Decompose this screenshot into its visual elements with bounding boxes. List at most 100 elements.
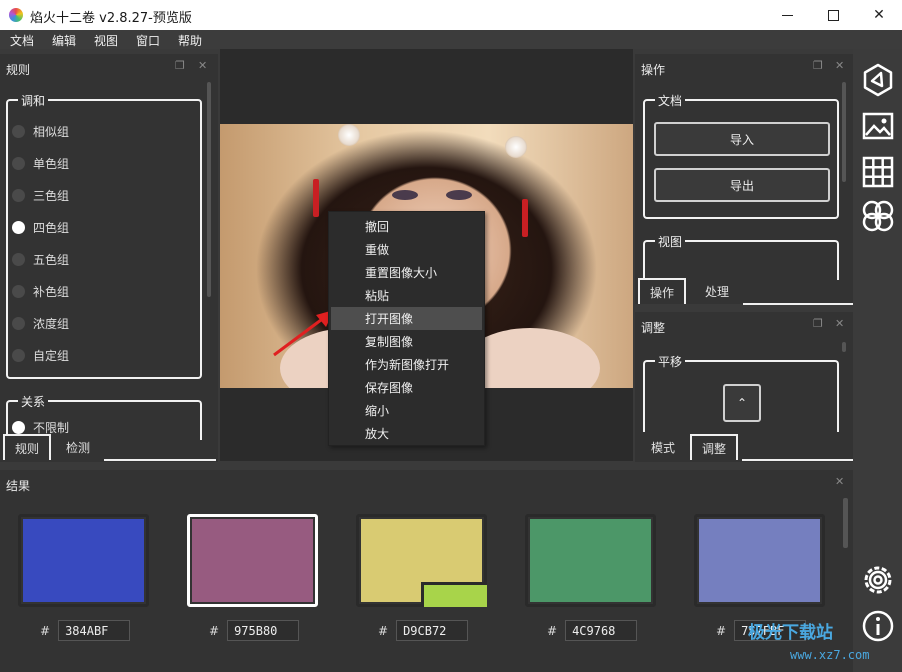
ctx-copy-image[interactable]: 复制图像 [331,330,482,353]
close-panel-icon[interactable]: ✕ [835,59,844,72]
export-button[interactable]: 导出 [654,168,830,202]
menu-edit[interactable]: 编辑 [52,32,76,49]
adjust-scrollbar[interactable] [842,342,846,352]
import-button[interactable]: 导入 [654,122,830,156]
ctx-open-image[interactable]: 打开图像 [331,307,482,330]
watermark-url: www.xz7.com [790,648,870,662]
view-group: 视图 [643,233,839,280]
close-panel-icon[interactable]: ✕ [198,59,207,72]
hex-input[interactable] [396,620,469,641]
minimize-button[interactable] [764,0,810,30]
adjust-panel: 调整 ❐ ✕ 平移 ⌃ 模式 调整 [635,312,853,462]
radio-dot-selected[interactable] [12,220,25,234]
document-group: 文档 导入 导出 [643,92,839,219]
float-icon[interactable]: ❐ [175,59,185,72]
menu-document[interactable]: 文档 [10,32,34,49]
rules-scrollbar[interactable] [207,82,211,297]
settings-icon[interactable] [861,563,895,597]
ctx-redo[interactable]: 重做 [331,238,482,261]
menu-help[interactable]: 帮助 [178,32,202,49]
radio-similar[interactable]: 相似组 [12,121,69,141]
radio-dot[interactable] [12,316,25,330]
radio-mono[interactable]: 单色组 [12,153,69,173]
ctx-reset-size[interactable]: 重置图像大小 [331,261,482,284]
radio-label: 自定组 [33,348,70,363]
color-swatch[interactable] [356,514,487,607]
ctx-zoom-in[interactable]: 放大 [331,422,482,445]
results-panel: 结果 ✕ # # # # # [0,470,853,672]
radio-dot[interactable] [12,124,25,138]
hash-label: # [209,623,220,638]
window-title: 焰火十二卷 v2.8.27-预览版 [30,11,192,26]
results-panel-header: 结果 ✕ [0,470,853,496]
hash-label: # [40,623,51,638]
view-group-title: 视图 [655,233,686,250]
close-panel-icon[interactable]: ✕ [835,475,844,488]
radio-complement[interactable]: 补色组 [12,281,69,301]
color-swatch[interactable] [187,514,318,607]
hex-input[interactable] [58,620,131,641]
pan-up-button[interactable]: ⌃ [723,384,761,422]
radio-triad[interactable]: 三色组 [12,185,69,205]
radio-dot[interactable] [12,156,25,170]
radio-label: 补色组 [33,284,70,299]
hex-row: # [40,620,131,641]
quad-circle-icon[interactable] [861,199,895,233]
radio-dot[interactable] [12,348,25,362]
tab-underline [742,459,853,461]
harmony-group: 调和 相似组 单色组 三色组 四色组 五色组 补色组 浓度组 自定组 [6,92,202,379]
swatch-fill [699,519,820,602]
tab-adjust[interactable]: 调整 [690,434,739,460]
right-toolbar [853,49,902,672]
float-icon[interactable]: ❐ [813,59,823,72]
adjust-panel-header: 调整 ❐ ✕ [635,312,853,338]
image-eye [392,190,418,200]
hex-input[interactable] [565,620,638,641]
menu-window[interactable]: 窗口 [136,32,160,49]
ctx-paste[interactable]: 粘贴 [331,284,482,307]
radio-dot[interactable] [12,284,25,298]
color-swatch[interactable] [694,514,825,607]
radio-density[interactable]: 浓度组 [12,313,69,333]
operations-panel-title: 操作 [641,63,666,77]
results-panel-title: 结果 [6,479,31,493]
color-swatch[interactable] [18,514,149,607]
menu-view[interactable]: 视图 [94,32,118,49]
tab-mode[interactable]: 模式 [641,434,685,460]
maximize-button[interactable] [810,0,856,30]
info-icon[interactable] [861,609,895,643]
radio-dot[interactable] [12,188,25,202]
tab-process[interactable]: 处理 [695,278,739,304]
float-icon[interactable]: ❐ [813,317,823,330]
operations-scrollbar[interactable] [842,82,846,182]
image-flower [338,124,360,146]
hex-row: # [378,620,469,641]
grid-icon[interactable] [861,155,895,189]
operations-panel-header: 操作 ❐ ✕ [635,54,853,80]
close-panel-icon[interactable]: ✕ [835,317,844,330]
maximize-icon [827,9,839,21]
radio-tetrad[interactable]: 四色组 [12,217,69,237]
ctx-zoom-out[interactable]: 缩小 [331,399,482,422]
results-scrollbar[interactable] [843,498,848,548]
minimize-icon [781,14,793,16]
watermark-logo: 极光下载站 [748,623,833,643]
radio-dot[interactable] [12,252,25,266]
ctx-undo[interactable]: 撤回 [331,215,482,238]
ctx-save-image[interactable]: 保存图像 [331,376,482,399]
hash-label: # [378,623,389,638]
ctx-open-as-new[interactable]: 作为新图像打开 [331,353,482,376]
image-icon[interactable] [861,109,895,143]
radio-label: 浓度组 [33,316,70,331]
tab-detect[interactable]: 检测 [56,434,100,460]
color-swatch[interactable] [525,514,656,607]
radio-custom[interactable]: 自定组 [12,345,69,365]
hex-input[interactable] [227,620,300,641]
tab-rules[interactable]: 规则 [3,434,52,460]
close-icon: ✕ [873,7,885,23]
tab-operations[interactable]: 操作 [638,278,687,304]
radio-pentad[interactable]: 五色组 [12,249,69,269]
close-button[interactable]: ✕ [856,0,902,30]
swatch-overlay [421,582,487,607]
triangle-hexagon-icon[interactable] [861,63,895,97]
